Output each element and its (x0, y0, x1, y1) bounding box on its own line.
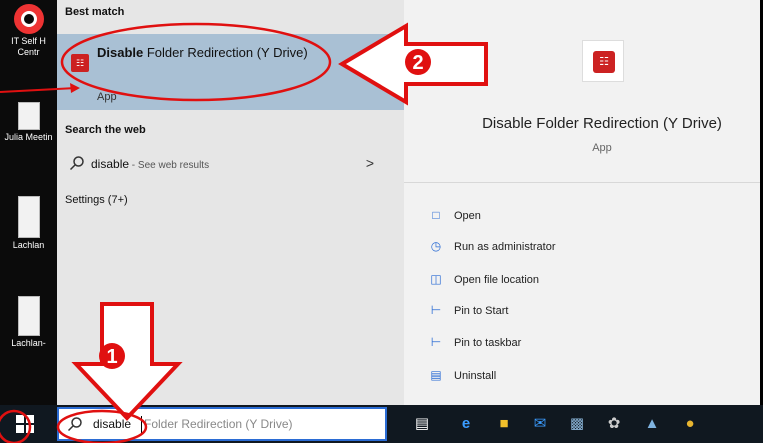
best-match-title: Disable Folder Redirection (Y Drive) (97, 45, 308, 60)
text-caret (141, 416, 142, 433)
best-match-heading: Best match (65, 6, 125, 18)
paint-icon[interactable]: ✿ (604, 414, 624, 434)
search-icon (69, 155, 85, 171)
desktop-icon-lachlan[interactable]: Lachlan (0, 196, 57, 251)
app-detail-name: Disable Folder Redirection (Y Drive) (482, 115, 722, 132)
app-icon: ☷ (71, 54, 89, 72)
pin-icon: ⊢ (430, 303, 442, 317)
file-location-icon: ◫ (430, 272, 442, 286)
app-large-icon: ☷ (582, 40, 624, 82)
chevron-right-icon[interactable]: > (366, 155, 374, 171)
lifebuoy-icon (13, 4, 44, 34)
document-icon (17, 196, 40, 238)
app-icon[interactable]: ▩ (567, 414, 587, 434)
web-query: disable - See web results (91, 157, 210, 171)
action-pin-to-start[interactable]: ⊢ Pin to Start (428, 301, 509, 319)
app-detail-kind: App (592, 142, 612, 154)
best-match-kind: App (97, 91, 117, 103)
action-run-as-admin[interactable]: ◷ Run as administrator (428, 237, 556, 255)
search-autocomplete-text: Folder Redirection (Y Drive) (144, 417, 293, 431)
taskbar: disable Folder Redirection (Y Drive) ▤ e… (0, 405, 763, 443)
windows-start-icon[interactable] (16, 415, 34, 433)
trash-icon: ▤ (430, 368, 442, 382)
desktop-icon-it-self-help[interactable]: IT Self H Centr (0, 4, 57, 58)
web-search-result[interactable]: disable - See web results > (57, 150, 404, 178)
desktop-icon-label: Lachlan- (11, 338, 46, 348)
task-view-icon[interactable]: ▤ (412, 414, 432, 434)
action-pin-to-taskbar[interactable]: ⊢ Pin to taskbar (428, 333, 522, 351)
desktop-icon-label: Julia Meetin (4, 132, 53, 142)
action-open[interactable]: □ Open (428, 206, 481, 224)
desktop-icon-lachlan-2[interactable]: Lachlan- (0, 296, 57, 349)
edge-browser-icon[interactable]: e (456, 414, 476, 434)
app-icon[interactable]: ▲ (642, 414, 662, 434)
desktop-icon-label: IT Self H Centr (11, 36, 46, 57)
document-icon (17, 102, 40, 130)
open-icon: □ (432, 208, 440, 222)
settings-heading[interactable]: Settings (7+) (65, 194, 128, 206)
file-explorer-icon[interactable]: ■ (494, 414, 514, 434)
action-open-file-location[interactable]: ◫ Open file location (428, 270, 539, 288)
desktop-icon-julia-meeting[interactable]: Julia Meetin (0, 102, 57, 143)
search-web-heading: Search the web (65, 124, 146, 136)
shield-run-icon: ◷ (430, 239, 442, 253)
search-typed-text: disable (93, 417, 132, 431)
desktop-icon-label: Lachlan (12, 240, 45, 250)
mail-icon[interactable]: ✉ (530, 414, 550, 434)
divider (404, 182, 760, 183)
document-icon (17, 296, 40, 336)
best-match-result[interactable]: ☷ Disable Folder Redirection (Y Drive) A… (57, 34, 404, 110)
taskbar-search-input[interactable]: disable Folder Redirection (Y Drive) (57, 407, 387, 441)
desktop-strip: IT Self H Centr Julia Meetin Lachlan Lac… (0, 0, 57, 443)
action-uninstall[interactable]: ▤ Uninstall (428, 366, 496, 384)
search-results-pane: Best match ☷ Disable Folder Redirection … (57, 0, 404, 405)
search-icon (67, 416, 83, 432)
pin-icon: ⊢ (430, 335, 442, 349)
app-detail-pane: ☷ Disable Folder Redirection (Y Drive) A… (404, 0, 760, 405)
app-icon[interactable]: ● (680, 414, 700, 434)
